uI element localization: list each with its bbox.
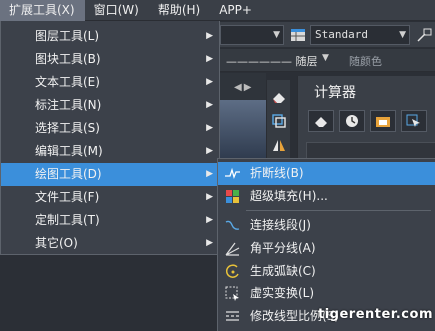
menu-item-dimension-tools[interactable]: 标注工具(N) ▶ xyxy=(1,94,219,117)
menu-item-other[interactable]: 其它(O) ▶ xyxy=(1,232,219,255)
watermark: tigerenter.com xyxy=(318,307,433,322)
submenu-arrow-icon: ▶ xyxy=(206,54,213,64)
menu-item-edit-tools[interactable]: 编辑工具(M) ▶ xyxy=(1,140,219,163)
linetype-combo[interactable]: —————— 随层 xyxy=(226,53,318,69)
dash-solid-toggle-icon xyxy=(225,286,239,302)
menu-separator xyxy=(246,210,431,212)
submenu-item-super-hatch[interactable]: 超级填充(H)... xyxy=(218,185,435,208)
extend-tools-menu: 图层工具(L) ▶ 图块工具(B) ▶ 文本工具(E) ▶ 标注工具(N) ▶ 选择工具… xyxy=(0,21,220,255)
submenu-item-label: 超级填充(H)... xyxy=(250,188,328,203)
menu-item-label: 文本工具(E) xyxy=(35,75,100,89)
submenu-arrow-icon: ▶ xyxy=(206,192,213,202)
submenu-arrow-icon: ▶ xyxy=(206,77,213,87)
submenu-item-dash-solid-toggle[interactable]: 虚实变换(L) xyxy=(218,282,435,305)
clock-icon xyxy=(346,115,358,127)
menu-item-label: 绘图工具(D) xyxy=(35,167,102,181)
multileader-style-icon xyxy=(417,28,432,42)
menu-item-layer-tools[interactable]: 图层工具(L) ▶ xyxy=(1,25,219,48)
menu-item-select-tools[interactable]: 选择工具(S) ▶ xyxy=(1,117,219,140)
menu-item-label: 其它(O) xyxy=(35,236,78,250)
linetype-scale-icon xyxy=(226,311,239,321)
arc-gap-icon xyxy=(225,264,239,278)
submenu-arrow-icon: ▶ xyxy=(206,169,213,179)
submenu-item-label: 虚实变换(L) xyxy=(250,286,315,301)
draw-tools-submenu: 折断线(B) 超级填充(H)... 连接线段(J) 角平分线(A) 生成弧缺(C… xyxy=(217,158,435,331)
menu-item-label: 标注工具(N) xyxy=(35,98,102,112)
break-line-icon xyxy=(225,167,240,180)
submenu-arrow-icon: ▶ xyxy=(206,100,213,110)
nav-arrows[interactable]: ◀▶ xyxy=(234,82,253,93)
menu-item-draw-tools[interactable]: 绘图工具(D) ▶ xyxy=(1,163,219,186)
submenu-arrow-icon: ▶ xyxy=(206,123,213,133)
menu-item-label: 定制工具(T) xyxy=(35,213,100,227)
table-style-value: Standard xyxy=(315,28,368,41)
linetype-arrow[interactable]: ▼ xyxy=(322,53,329,63)
submenu-item-label: 折断线(B) xyxy=(250,166,304,180)
menu-extend-tools[interactable]: 扩展工具(X) xyxy=(0,0,85,21)
submenu-arrow-icon: ▶ xyxy=(206,31,213,41)
submenu-arrow-icon: ▶ xyxy=(206,215,213,225)
submenu-item-arc-gap[interactable]: 生成弧缺(C) xyxy=(218,260,435,283)
menu-help[interactable]: 帮助(H) xyxy=(149,0,210,21)
menu-item-label: 图层工具(L) xyxy=(35,29,100,43)
table-style-combo[interactable]: Standard ▼ xyxy=(310,25,410,45)
clear-button[interactable] xyxy=(308,110,334,132)
menu-item-text-tools[interactable]: 文本工具(E) ▶ xyxy=(1,71,219,94)
menu-item-label: 编辑工具(M) xyxy=(35,144,103,158)
eraser-icon xyxy=(315,117,327,127)
folder-icon xyxy=(376,117,390,127)
menu-item-label: 选择工具(S) xyxy=(35,121,100,135)
menu-bar: 扩展工具(X) 窗口(W) 帮助(H) APP+ xyxy=(0,0,435,21)
table-style-icon xyxy=(291,29,305,41)
submenu-item-join-segments[interactable]: 连接线段(J) xyxy=(218,214,435,237)
calculator-toolbar xyxy=(308,110,427,132)
menu-item-block-tools[interactable]: 图块工具(B) ▶ xyxy=(1,48,219,71)
super-hatch-icon xyxy=(226,189,239,203)
menu-item-label: 图块工具(B) xyxy=(35,52,101,66)
submenu-item-label: 连接线段(J) xyxy=(250,218,311,233)
color-combo[interactable]: 随颜色 xyxy=(349,53,382,69)
dropdown-left[interactable]: ▼ xyxy=(220,25,284,45)
mirror-icon[interactable] xyxy=(271,138,287,152)
eraser-icon[interactable] xyxy=(271,90,287,104)
join-segments-icon xyxy=(225,221,240,231)
layer-toolbar: —————— 随层 ▼ 随颜色 xyxy=(218,49,435,72)
chevron-down-icon: ▼ xyxy=(399,30,406,40)
cursor-icon xyxy=(406,114,420,127)
copy-icon[interactable] xyxy=(271,114,287,128)
menu-app-plus[interactable]: APP+ xyxy=(210,0,262,21)
menu-item-label: 文件工具(F) xyxy=(35,190,100,204)
submenu-item-label: 角平分线(A) xyxy=(250,241,316,256)
submenu-item-break-line[interactable]: 折断线(B) xyxy=(218,162,435,185)
chevron-down-icon: ▼ xyxy=(273,30,280,40)
history-button[interactable] xyxy=(339,110,365,132)
menu-item-custom-tools[interactable]: 定制工具(T) ▶ xyxy=(1,209,219,232)
pick-point-button[interactable] xyxy=(401,110,427,132)
submenu-item-angle-bisector[interactable]: 角平分线(A) xyxy=(218,237,435,260)
paste-button[interactable] xyxy=(370,110,396,132)
properties-toolbar: ▼ Standard ▼ xyxy=(218,22,435,48)
viewport-preview xyxy=(218,100,266,160)
angle-bisector-icon xyxy=(225,242,240,256)
submenu-arrow-icon: ▶ xyxy=(206,238,213,248)
submenu-arrow-icon: ▶ xyxy=(206,146,213,156)
menu-item-file-tools[interactable]: 文件工具(F) ▶ xyxy=(1,186,219,209)
submenu-item-label: 生成弧缺(C) xyxy=(250,263,316,278)
calculator-title: 计算器 xyxy=(314,85,356,101)
menu-window[interactable]: 窗口(W) xyxy=(85,0,149,21)
